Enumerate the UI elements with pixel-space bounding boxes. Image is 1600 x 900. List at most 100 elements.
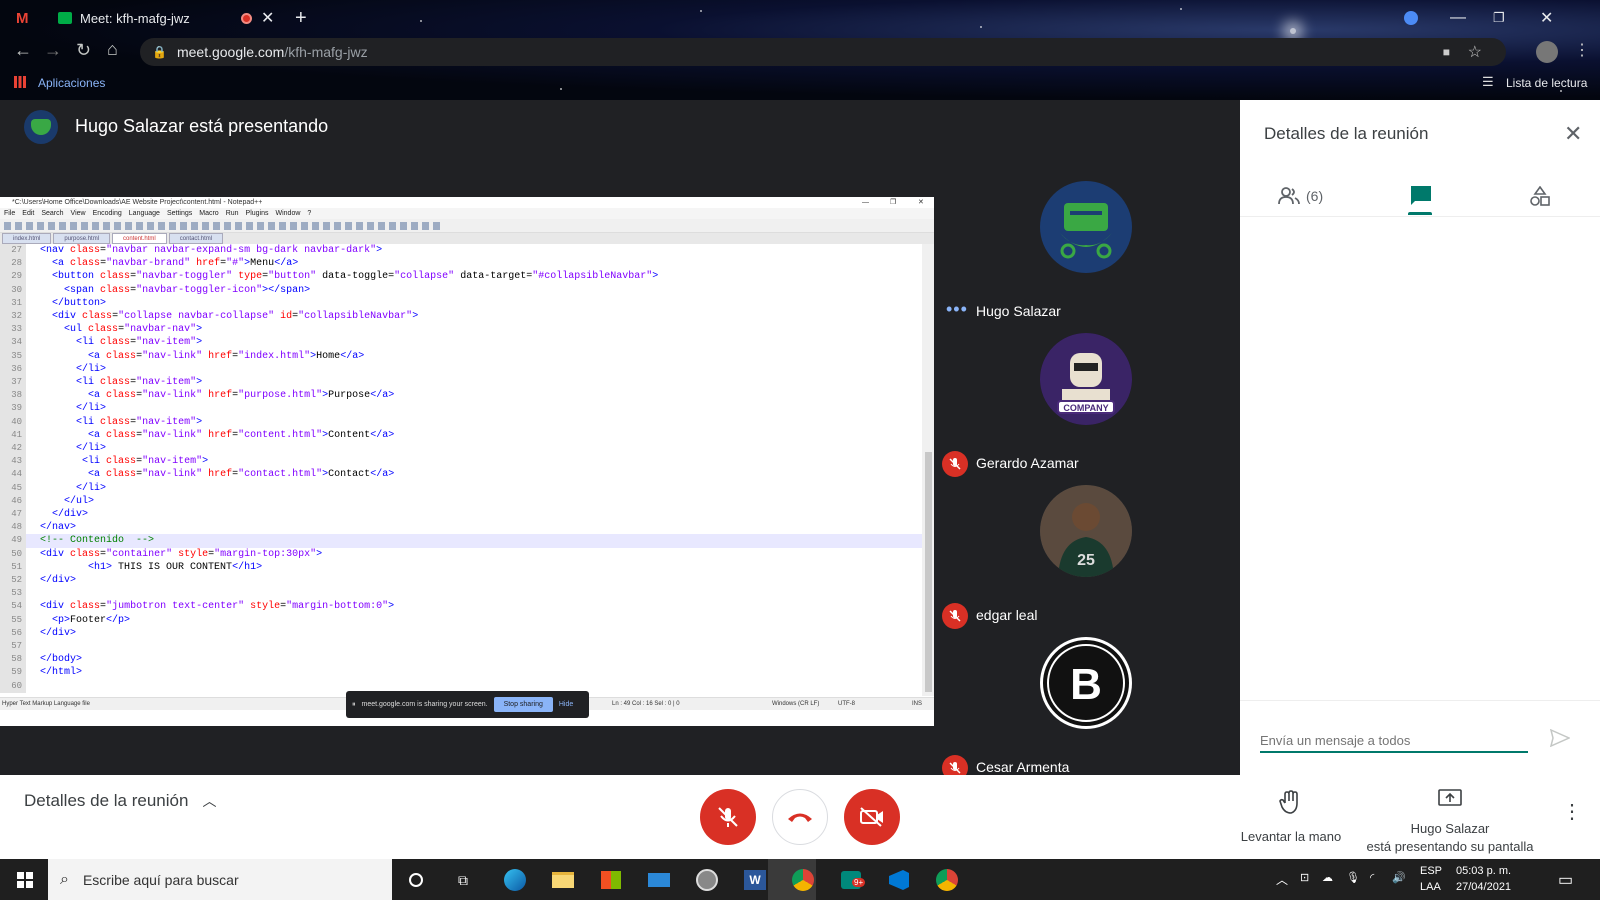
profile-avatar[interactable]	[1536, 41, 1558, 63]
close-icon[interactable]: ✕	[1564, 121, 1582, 147]
notepad-title: *C:\Users\Home Office\Downloads\AE Websi…	[12, 199, 263, 206]
line-number: 45	[0, 481, 26, 495]
clock-time[interactable]: 05:03 p. m.	[1456, 865, 1511, 877]
vscode-icon[interactable]	[886, 868, 912, 892]
line-number: 32	[0, 310, 26, 324]
code-line: 53	[0, 587, 922, 601]
notifications-icon[interactable]: ▭	[1558, 870, 1573, 890]
code-text: <div class="container" style="margin-top…	[40, 548, 323, 560]
volume-icon[interactable]: 🔊	[1392, 871, 1406, 884]
minimize-icon[interactable]: —	[1450, 4, 1466, 32]
hide-button[interactable]: Hide	[559, 701, 573, 708]
np-minimize-icon: —	[862, 199, 869, 206]
code-line: 47 </div>	[0, 508, 922, 522]
clock-date[interactable]: 27/04/2021	[1456, 881, 1511, 893]
back-icon[interactable]: ←	[14, 40, 32, 61]
present-screen-icon	[1438, 789, 1462, 806]
participant-tile[interactable]: ••• Hugo Salazar	[934, 181, 1240, 336]
profile-dropdown-icon[interactable]	[1404, 4, 1418, 32]
tab-title: Meet: kfh-mafg-jwz	[80, 10, 190, 26]
pause-icon: ⏸	[352, 700, 356, 708]
microphone-icon[interactable]: 🎙	[1346, 871, 1360, 884]
code-text: </div>	[40, 627, 77, 639]
svg-text:25: 25	[1077, 552, 1095, 569]
code-line: 31 </button>	[0, 296, 922, 310]
notepad-menu-item: Language	[128, 210, 160, 217]
wifi-icon[interactable]: ◜	[1370, 871, 1374, 884]
code-editor: 27 <nav class="navbar navbar-expand-sm bg…	[0, 244, 922, 696]
participant-tile[interactable]: 25 edgar leal	[934, 485, 1240, 640]
code-line: 40 <li class="nav-item">	[0, 415, 922, 429]
panel-title: Detalles de la reunión	[1264, 124, 1429, 143]
stop-sharing-button[interactable]: Stop sharing	[493, 697, 553, 712]
activities-icon	[1530, 186, 1550, 206]
gmail-tab[interactable]: M	[16, 4, 29, 32]
raise-hand-button[interactable]: Levantar la mano	[1236, 775, 1346, 859]
camera-icon[interactable]: ■	[1443, 45, 1450, 59]
tab-activities[interactable]	[1530, 176, 1550, 216]
meet-tray-icon[interactable]: ⊡	[1300, 871, 1309, 884]
language-secondary[interactable]: LAA	[1420, 881, 1441, 893]
edge-icon[interactable]	[502, 868, 528, 892]
app-icon[interactable]	[694, 868, 720, 892]
sharing-text: meet.google.com is sharing your screen.	[361, 701, 488, 708]
line-number: 38	[0, 389, 26, 403]
more-options-icon[interactable]: ⋮	[1562, 799, 1582, 824]
participant-tile[interactable]: COMPANY Gerardo Azamar	[934, 333, 1240, 488]
bookmark-star-icon[interactable]: ☆	[1468, 42, 1482, 62]
code-text: <a class="navbar-brand" href="#">Menu</a…	[52, 258, 299, 270]
cortana-icon[interactable]	[403, 868, 429, 892]
apps-grid-icon[interactable]	[14, 76, 26, 88]
code-line: 56 </div>	[0, 626, 922, 640]
restore-icon[interactable]: ❐	[1493, 4, 1505, 32]
line-number: 40	[0, 415, 26, 429]
reading-list-icon[interactable]: ☰	[1482, 74, 1494, 90]
camera-toggle-button[interactable]	[844, 789, 900, 845]
address-bar[interactable]: 🔒 meet.google.com /kfh-mafg-jwz ■ ☆	[140, 38, 1506, 66]
participant-tile[interactable]: B Cesar Armenta	[934, 637, 1240, 792]
task-view-icon[interactable]: ⧉	[450, 868, 476, 892]
reading-list[interactable]: Lista de lectura	[1506, 76, 1587, 90]
chrome-icon-2[interactable]	[934, 868, 960, 892]
store-icon[interactable]	[598, 868, 624, 892]
mail-icon[interactable]	[646, 868, 672, 892]
windows-start-icon[interactable]	[12, 868, 38, 892]
lock-icon: 🔒	[152, 45, 167, 59]
language-primary[interactable]: ESP	[1420, 865, 1442, 877]
code-line: 51 <h1> THIS IS OUR CONTENT</h1>	[0, 560, 922, 574]
presenting-button[interactable]: Hugo Salazar está presentando su pantall…	[1360, 775, 1540, 859]
code-line: 57	[0, 640, 922, 654]
line-number: 44	[0, 468, 26, 482]
tray-expand-icon[interactable]: ︿	[1276, 871, 1288, 888]
chrome-icon[interactable]	[790, 868, 816, 892]
taskbar-search[interactable]: ⌕ Escribe aquí para buscar	[48, 859, 392, 900]
leave-call-button[interactable]	[772, 789, 828, 845]
notepad-toolbar	[0, 219, 934, 233]
code-text: </li>	[76, 403, 107, 415]
meeting-details-button[interactable]: Detalles de la reunión ︿	[24, 791, 216, 811]
code-text: <div class="jumbotron text-center" style…	[40, 601, 395, 613]
window-close-icon[interactable]: ✕	[1540, 4, 1553, 32]
code-text: </div>	[40, 575, 77, 587]
file-explorer-icon[interactable]	[550, 868, 576, 892]
tab-close-icon[interactable]: ✕	[261, 4, 274, 32]
mic-toggle-button[interactable]	[700, 789, 756, 845]
code-text: <a class="nav-link" href="index.html">Ho…	[88, 350, 365, 362]
menu-kebab-icon[interactable]: ⋮	[1574, 40, 1590, 60]
code-text: </li>	[76, 482, 107, 494]
line-number: 50	[0, 547, 26, 561]
reload-icon[interactable]: ↻	[76, 40, 91, 61]
code-line: 59 </html>	[0, 666, 922, 680]
word-icon[interactable]: W	[742, 868, 768, 892]
code-text: </body>	[40, 654, 83, 666]
chat-message-input[interactable]	[1260, 729, 1528, 753]
new-tab-icon[interactable]: +	[295, 4, 307, 32]
meet-app-icon[interactable]: 9+	[838, 868, 866, 892]
bookmark-apps[interactable]: Aplicaciones	[38, 76, 105, 90]
send-icon[interactable]	[1550, 729, 1570, 747]
onedrive-icon[interactable]: ☁	[1322, 871, 1333, 884]
forward-icon[interactable]: →	[44, 40, 62, 61]
tab-chat[interactable]	[1410, 176, 1432, 216]
tab-people[interactable]: (6)	[1278, 176, 1323, 216]
home-icon[interactable]: ⌂	[107, 39, 118, 60]
